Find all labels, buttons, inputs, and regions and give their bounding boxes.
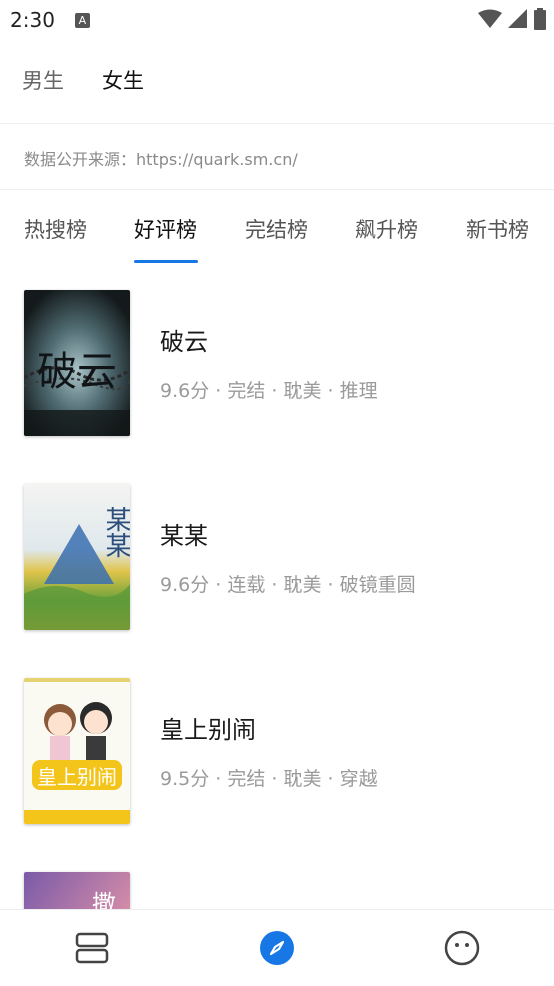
tab-completed[interactable]: 完结榜 [245,214,308,244]
divider [0,123,554,124]
cover-title: 某某 [101,506,130,558]
tab-female[interactable]: 女生 [102,65,144,95]
status-icons [478,8,546,30]
bookshelf-icon[interactable] [74,930,110,966]
cover-title: 皇上别闹 [37,765,117,789]
book-list: 破云 破云 9.6分 · 完结 · 耽美 · 推理 某某 某某 9.6分 · 连… [0,266,554,909]
book-cover: 破云 [24,290,130,436]
book-item-huangshang[interactable]: 皇上别闹 皇上别闹 9.5分 · 完结 · 耽美 · 穿越 [0,678,554,828]
notification-icon: A [74,12,90,28]
book-cover: 撒 [24,872,130,909]
tab-hot-search[interactable]: 热搜榜 [24,214,87,244]
gender-tabs: 男生 女生 [0,50,554,110]
tab-male[interactable]: 男生 [22,65,64,95]
bottom-nav [0,909,554,986]
profile-face-icon[interactable] [444,930,480,966]
book-title: 皇上别闹 [160,716,256,744]
book-item-poyun[interactable]: 破云 破云 9.6分 · 完结 · 耽美 · 推理 [0,290,554,440]
cover-title: 破云 [37,349,117,395]
book-item-moumou[interactable]: 某某 某某 9.6分 · 连载 · 耽美 · 破镜重圆 [0,484,554,634]
tab-new-books[interactable]: 新书榜 [466,214,529,244]
active-tab-indicator [134,260,198,263]
book-title: 某某 [160,522,208,550]
status-time: 2:30 [10,8,55,32]
book-cover: 皇上别闹 [24,678,130,824]
book-meta: 9.5分 · 完结 · 耽美 · 穿越 [160,768,378,790]
signal-icon [508,9,527,28]
compass-icon[interactable] [259,930,295,966]
status-bar: 2:30 A [0,0,554,40]
book-meta: 9.6分 · 连载 · 耽美 · 破镜重圆 [160,574,416,596]
book-item-partial[interactable]: 撒 [0,872,554,909]
cover-title: 撒 [92,890,116,909]
book-title: 破云 [160,328,208,356]
book-meta: 9.6分 · 完结 · 耽美 · 推理 [160,380,378,402]
book-cover: 某某 [24,484,130,630]
wifi-icon [478,9,502,28]
data-source-note: 数据公开来源：https://quark.sm.cn/ [24,150,298,169]
rank-tabs: 热搜榜 好评榜 完结榜 飙升榜 新书榜 [0,200,554,266]
tab-rising[interactable]: 飙升榜 [355,214,418,244]
battery-icon [534,8,546,30]
divider [0,189,554,190]
tab-top-rated[interactable]: 好评榜 [134,214,197,244]
